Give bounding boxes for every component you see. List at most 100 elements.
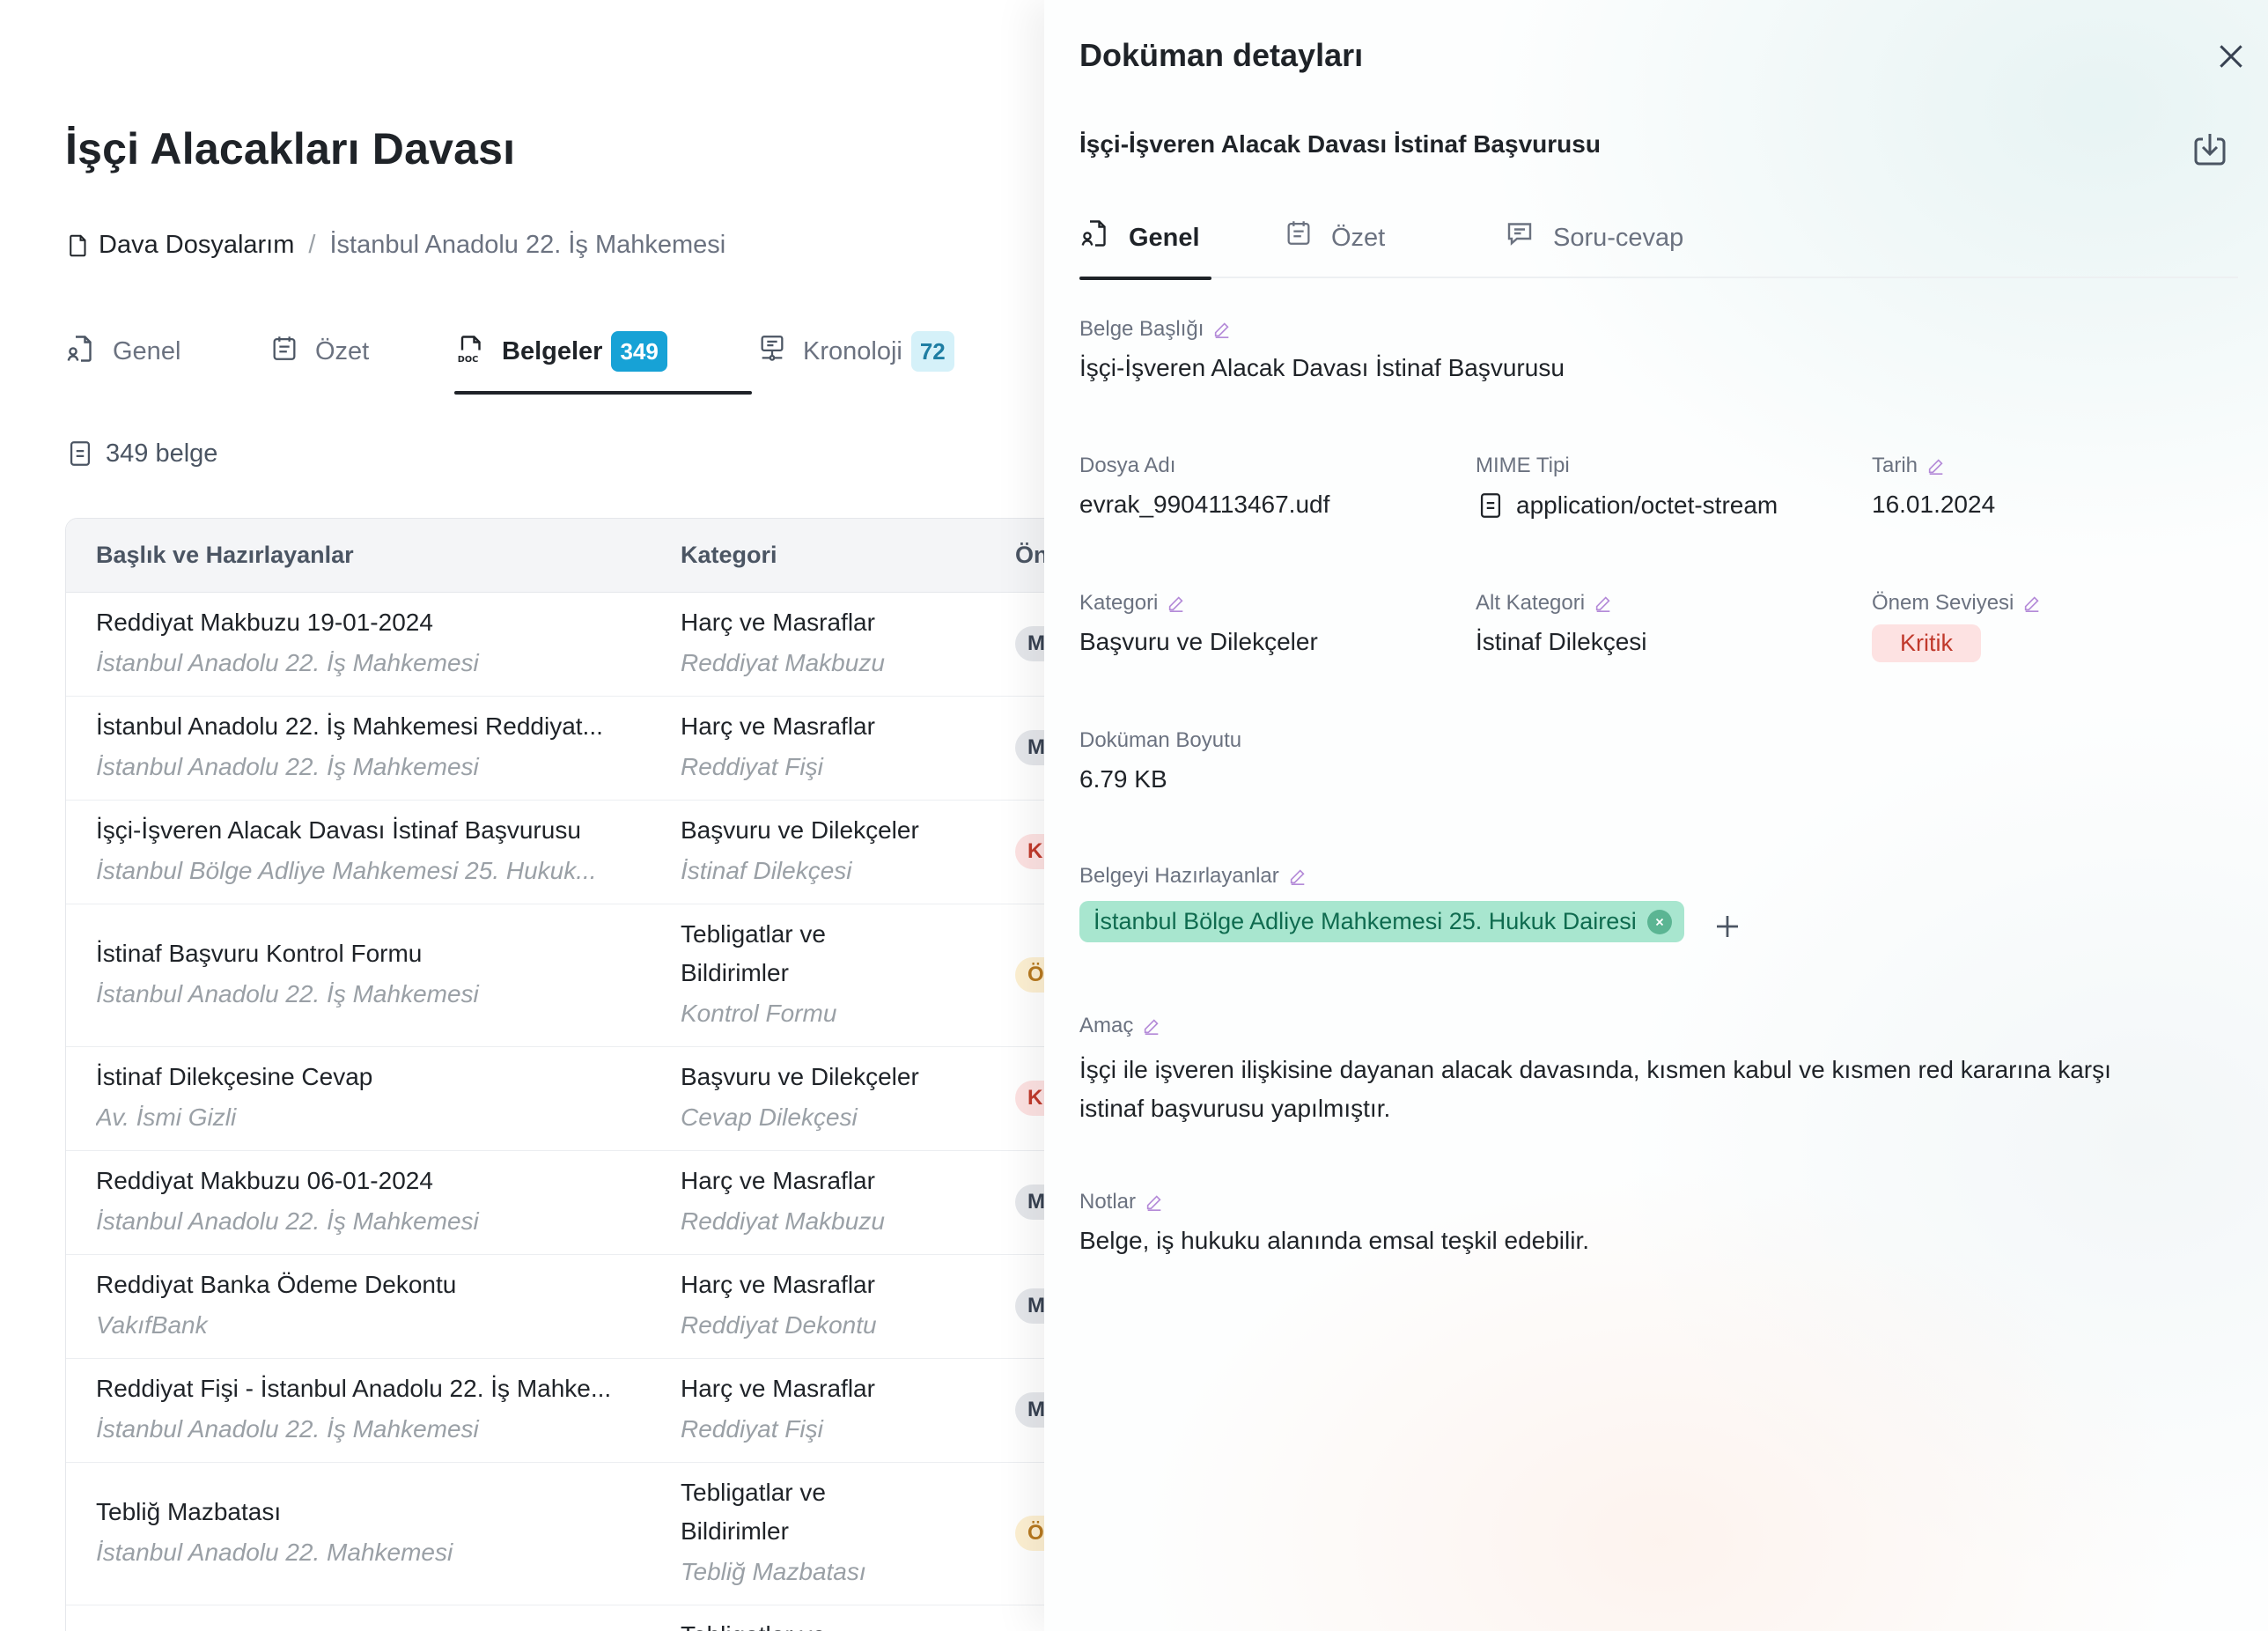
field-value: 16.01.2024 bbox=[1872, 491, 1996, 518]
close-icon[interactable] bbox=[2213, 39, 2249, 74]
row-category: Harç ve Masraflar bbox=[681, 1375, 875, 1402]
table-row[interactable]: Reddiyat Makbuzu 06-01-2024 İstanbul Anad… bbox=[66, 1151, 1044, 1255]
row-subcategory: Reddiyat Fişi bbox=[681, 1415, 823, 1443]
row-title: Reddiyat Makbuzu 19-01-2024 bbox=[96, 609, 433, 636]
row-category: Harç ve Masraflar bbox=[681, 1271, 875, 1298]
priority-badge: M bbox=[1015, 1288, 1044, 1324]
field-value: evrak_9904113467.udf bbox=[1079, 491, 1330, 518]
tab-kronoloji[interactable]: Kronoloji 72 bbox=[757, 326, 954, 395]
belgeler-count-badge: 349 bbox=[611, 331, 667, 372]
download-icon[interactable] bbox=[2189, 129, 2231, 171]
row-author: İstanbul Anadolu 22. İş Mahkemesi bbox=[96, 980, 479, 1007]
table-row[interactable]: Reddiyat Makbuzu 19-01-2024 İstanbul Anad… bbox=[66, 593, 1044, 697]
page-title: İşçi Alacakları Davası bbox=[65, 124, 516, 173]
tab-belgeler-label: Belgeler bbox=[502, 337, 603, 365]
field-label: Notlar bbox=[1079, 1190, 1137, 1214]
table-row[interactable]: Reddiyat Fişi - İstanbul Anadolu 22. İş … bbox=[66, 1359, 1044, 1463]
tab-ozet[interactable]: Özet bbox=[269, 326, 369, 395]
breadcrumb-root-link[interactable]: Dava Dosyalarım bbox=[99, 231, 294, 260]
column-header-title[interactable]: Başlık ve Hazırlayanlar bbox=[96, 542, 354, 569]
field-date: Tarih 16.01.2024 bbox=[1872, 454, 1995, 519]
row-title: İstinaf Başvuru Kontrol Formu bbox=[96, 940, 423, 967]
remove-author-icon[interactable] bbox=[1646, 909, 1672, 934]
timeline-icon bbox=[761, 336, 784, 361]
row-author: İstanbul Anadolu 22. İş Mahkemesi bbox=[96, 649, 479, 676]
pencil-icon[interactable] bbox=[1594, 594, 1613, 613]
table-row[interactable]: Tebliğ Mazbatası İstanbul Anadolu 22. Mah… bbox=[66, 1463, 1044, 1605]
case-tabs: Genel Özet DOC Belgeler 349 Kronoloji 72 bbox=[65, 326, 1044, 395]
pencil-icon[interactable] bbox=[1145, 1192, 1164, 1212]
table-row[interactable]: İstinaf Dilekçesine Cevap Av. İsmi Gizli … bbox=[66, 1047, 1044, 1151]
pencil-icon[interactable] bbox=[1288, 867, 1307, 886]
row-author: İstanbul Anadolu 22. İş Mahkemesi bbox=[96, 1415, 479, 1443]
field-notes: Notlar Belge, iş hukuku alanında emsal t… bbox=[1079, 1190, 1589, 1255]
file-user-icon bbox=[1081, 220, 1106, 247]
row-title: Reddiyat Fişi - İstanbul Anadolu 22. İş … bbox=[96, 1375, 612, 1402]
table-row[interactable]: Tebligatlar ve bbox=[66, 1605, 1044, 1631]
field-value: İşçi-İşveren Alacak Davası İstinaf Başvu… bbox=[1079, 354, 1565, 381]
drawer-tab-soru-cevap[interactable]: Soru-cevap bbox=[1504, 213, 1683, 278]
field-value: İstinaf Dilekçesi bbox=[1476, 628, 1647, 655]
importance-badge: Kritik bbox=[1872, 624, 1981, 662]
column-header-priority[interactable]: Ön bbox=[1015, 542, 1044, 569]
pencil-icon[interactable] bbox=[1142, 1016, 1161, 1036]
pencil-icon[interactable] bbox=[1926, 456, 1946, 476]
field-label: Önem Seviyesi bbox=[1872, 591, 2014, 615]
field-label: Alt Kategori bbox=[1476, 591, 1586, 615]
row-category: Harç ve Masraflar bbox=[681, 712, 875, 740]
row-subcategory: Reddiyat Dekontu bbox=[681, 1311, 877, 1339]
row-subcategory: Reddiyat Makbuzu bbox=[681, 1207, 885, 1235]
row-subcategory: Kontrol Formu bbox=[681, 1000, 837, 1027]
field-file-name: Dosya Adı evrak_9904113467.udf bbox=[1079, 454, 1329, 519]
priority-badge: M bbox=[1015, 730, 1044, 765]
table-header: Başlık ve Hazırlayanlar Kategori Ön bbox=[66, 519, 1044, 593]
document-heading: İşçi-İşveren Alacak Davası İstinaf Başvu… bbox=[1079, 130, 1601, 158]
priority-badge: Kr bbox=[1015, 834, 1044, 869]
field-label: Tarih bbox=[1872, 454, 1918, 477]
row-title: Reddiyat Banka Ödeme Dekontu bbox=[96, 1271, 457, 1298]
field-mime-type: MIME Tipi application/octet-stream bbox=[1476, 454, 1778, 520]
row-title: Reddiyat Makbuzu 06-01-2024 bbox=[96, 1167, 433, 1194]
drawer-tab-ozet[interactable]: Özet bbox=[1284, 213, 1385, 278]
svg-text:DOC: DOC bbox=[458, 355, 479, 365]
drawer-tab-genel[interactable]: Genel bbox=[1079, 213, 1211, 280]
breadcrumb-separator: / bbox=[308, 231, 316, 259]
field-label: Belge Başlığı bbox=[1079, 317, 1204, 341]
table-row[interactable]: İstanbul Anadolu 22. İş Mahkemesi Reddiy… bbox=[66, 697, 1044, 801]
breadcrumb-current: İstanbul Anadolu 22. İş Mahkemesi bbox=[329, 231, 726, 259]
table-row[interactable]: İşçi-İşveren Alacak Davası İstinaf Başvu… bbox=[66, 801, 1044, 904]
pencil-icon[interactable] bbox=[1212, 320, 1232, 339]
row-category: Harç ve Masraflar bbox=[681, 609, 875, 636]
pencil-icon[interactable] bbox=[2022, 594, 2042, 613]
row-author: İstanbul Anadolu 22. Mahkemesi bbox=[96, 1539, 453, 1566]
drawer-tabs: Genel Özet Soru-cevap bbox=[1079, 213, 2238, 280]
documents-table: Başlık ve Hazırlayanlar Kategori Ön Redd… bbox=[65, 518, 1044, 1631]
author-chip[interactable]: İstanbul Bölge Adliye Mahkemesi 25. Huku… bbox=[1079, 901, 1684, 942]
field-label: Belgeyi Hazırlayanlar bbox=[1079, 864, 1279, 888]
breadcrumb: Dava Dosyalarım / İstanbul Anadolu 22. İ… bbox=[65, 231, 725, 260]
drawer-tab-soru-cevap-label: Soru-cevap bbox=[1553, 224, 1684, 252]
table-row[interactable]: İstinaf Başvuru Kontrol Formu İstanbul An… bbox=[66, 904, 1044, 1047]
row-author: İstanbul Anadolu 22. İş Mahkemesi bbox=[96, 1207, 479, 1235]
priority-badge: M bbox=[1015, 1392, 1044, 1428]
row-subcategory: İstinaf Dilekçesi bbox=[681, 857, 852, 884]
field-value: İşçi ile işveren ilişkisine dayanan alac… bbox=[1079, 1056, 2111, 1122]
calendar-icon bbox=[1287, 221, 1310, 245]
row-title: İşçi-İşveren Alacak Davası İstinaf Başvu… bbox=[96, 816, 581, 844]
row-category: Tebligatlar ve Bildirimler bbox=[681, 1479, 826, 1545]
row-subcategory: Reddiyat Makbuzu bbox=[681, 649, 885, 676]
priority-badge: Ön bbox=[1015, 1516, 1044, 1551]
tab-genel[interactable]: Genel bbox=[65, 326, 180, 395]
pencil-icon[interactable] bbox=[1167, 594, 1186, 613]
column-header-category[interactable]: Kategori bbox=[681, 542, 777, 569]
author-chip-label: İstanbul Bölge Adliye Mahkemesi 25. Huku… bbox=[1094, 908, 1637, 934]
field-label: Doküman Boyutu bbox=[1079, 728, 1242, 752]
row-category: Tebligatlar ve Bildirimler bbox=[681, 920, 826, 986]
field-importance: Önem Seviyesi Kritik bbox=[1872, 591, 2042, 662]
add-author-icon[interactable] bbox=[1712, 911, 1743, 942]
field-value: 6.79 KB bbox=[1079, 765, 1167, 793]
row-subcategory: Tebliğ Mazbatası bbox=[681, 1558, 866, 1585]
tab-belgeler[interactable]: DOC Belgeler 349 bbox=[454, 326, 752, 395]
field-category: Kategori Başvuru ve Dilekçeler bbox=[1079, 591, 1318, 656]
table-row[interactable]: Reddiyat Banka Ödeme Dekontu VakıfBank Ha… bbox=[66, 1255, 1044, 1359]
